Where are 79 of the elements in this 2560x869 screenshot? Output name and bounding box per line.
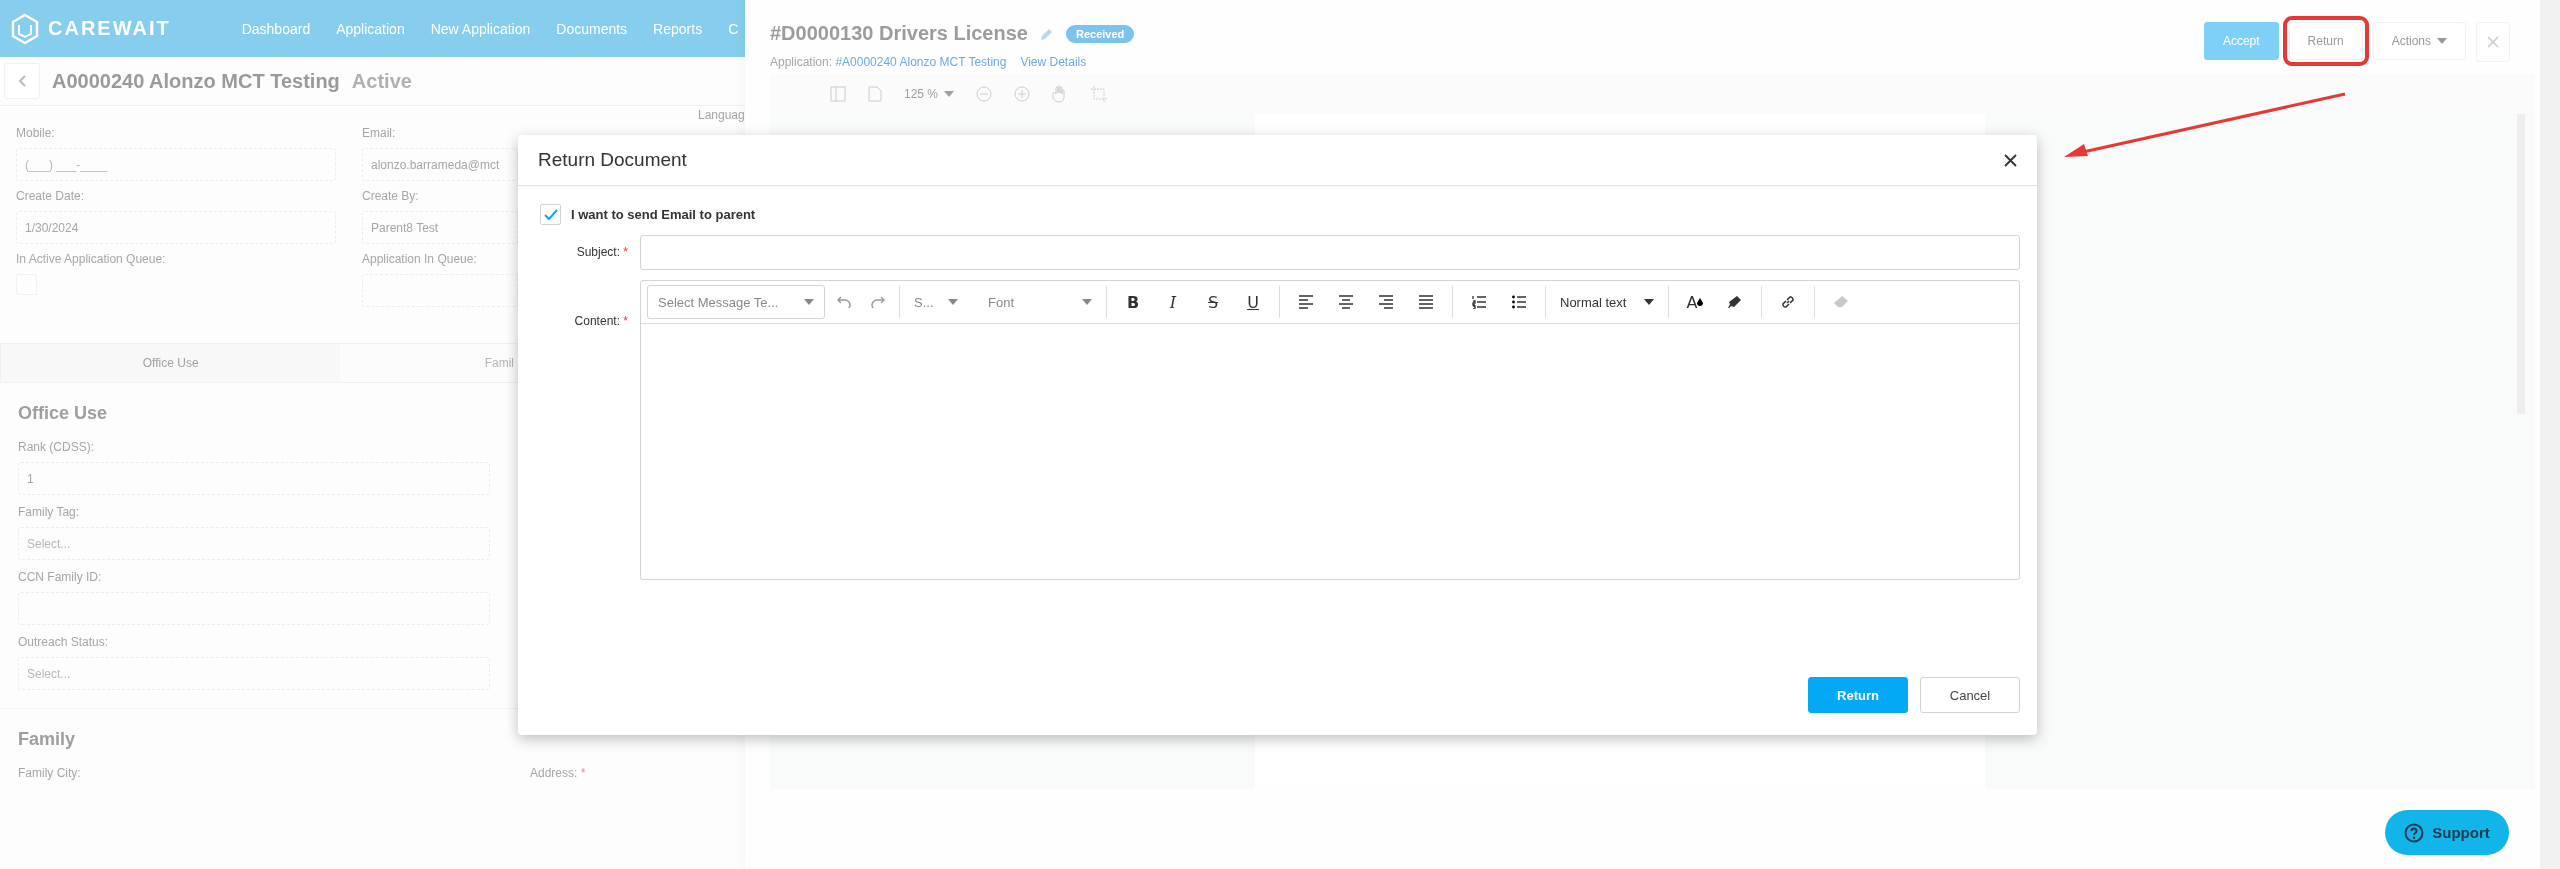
caret-icon [944, 91, 955, 97]
size-dropdown[interactable]: S... [906, 285, 966, 319]
field-label: Address: * [530, 766, 586, 780]
cancel-button[interactable]: Cancel [1920, 677, 2020, 713]
nav-link[interactable]: New Application [430, 20, 531, 37]
subject-field[interactable] [640, 235, 2020, 270]
back-button[interactable] [4, 63, 40, 99]
field-label: CCN Family ID: [18, 570, 102, 584]
text-field[interactable]: 1 [18, 462, 490, 495]
field-label: Create Date: [16, 189, 85, 203]
dialog-title: Return Document [538, 149, 687, 171]
support-button[interactable]: Support [2385, 810, 2509, 855]
section-heading: Family [18, 729, 76, 750]
selection-icon[interactable] [1090, 85, 1109, 103]
template-dropdown[interactable]: Select Message Te... [647, 285, 825, 319]
record-title: A0000240 Alonzo MCT Testing [52, 69, 340, 93]
zoom-out-icon[interactable] [976, 86, 993, 102]
redo-icon[interactable] [871, 296, 885, 308]
close-icon [2487, 36, 2499, 48]
record-status: Active [351, 69, 412, 93]
nav-link[interactable]: Documents [556, 20, 628, 37]
field-label: Languag [698, 108, 745, 122]
text-color-button[interactable]: A [1675, 285, 1715, 319]
strike-button[interactable]: S [1193, 285, 1233, 319]
field-label: Family Tag: [18, 505, 80, 519]
zoom-in-icon[interactable] [1014, 86, 1031, 102]
tab[interactable]: Famil [340, 344, 518, 382]
field-label: Outreach Status: [18, 635, 109, 649]
field-label: Subject: * [575, 244, 629, 259]
nav-link[interactable]: C [728, 20, 739, 37]
field-label: Rank (CDSS): [18, 440, 94, 454]
section-heading: Office Use [18, 403, 108, 424]
text-style-dropdown[interactable]: Normal text [1552, 285, 1662, 319]
actions-dropdown[interactable]: Actions [2372, 22, 2466, 60]
text-field[interactable]: 1/30/2024 [16, 211, 336, 244]
font-dropdown[interactable]: Font [980, 285, 1100, 319]
nav-link[interactable]: Dashboard [241, 20, 311, 37]
bold-button[interactable]: B [1113, 285, 1153, 319]
status-badge: Received [1065, 24, 1135, 43]
close-button[interactable] [2476, 22, 2510, 62]
view-details-link[interactable]: View Details [1020, 55, 1087, 69]
text-field[interactable]: (___) ___-____ [16, 148, 336, 181]
pencil-icon[interactable] [1039, 26, 1054, 41]
help-icon [2404, 822, 2425, 843]
checkbox-label: I want to send Email to parent [571, 207, 756, 222]
nav-link[interactable]: Reports [653, 20, 703, 37]
caret-icon [1644, 299, 1654, 305]
italic-button[interactable]: I [1153, 285, 1193, 319]
app-logo[interactable]: CAREWAIT [10, 12, 171, 45]
field-label: Content: * [573, 313, 629, 328]
field-label: Create By: [362, 189, 419, 203]
action-button[interactable]: Accept [2203, 22, 2279, 60]
undo-icon[interactable] [837, 296, 851, 308]
select-field[interactable]: Select... [18, 657, 490, 690]
caret-icon [804, 299, 814, 305]
field-label: Family City: [18, 766, 82, 780]
document-icon[interactable] [868, 86, 882, 102]
sidebar-icon[interactable] [830, 86, 846, 102]
field-label: In Active Application Queue: [16, 252, 166, 266]
check-icon [543, 209, 558, 220]
caret-icon [948, 299, 958, 305]
return-button[interactable]: Return [1808, 677, 1908, 713]
underline-button[interactable]: U [1233, 285, 1273, 319]
zoom-dropdown[interactable]: 125 % [904, 87, 955, 101]
tab[interactable]: Office Use [1, 344, 341, 382]
document-title: #D0000130 Drivers License [770, 22, 1028, 45]
application-label: Application: [770, 55, 833, 69]
caret-icon [2437, 38, 2447, 44]
caret-icon [1082, 299, 1092, 305]
drop-icon [1697, 298, 1704, 306]
nav-link[interactable]: Application [336, 20, 405, 37]
close-icon[interactable] [2004, 153, 2017, 167]
checkbox[interactable] [540, 204, 561, 225]
field-label: Application In Queue: [362, 252, 477, 266]
select-field[interactable]: Select... [18, 527, 490, 560]
field-label: Email: [362, 126, 396, 140]
record-link[interactable]: #A0000240 Alonzo MCT Testing [835, 55, 1007, 69]
field-label: Mobile: [16, 126, 55, 140]
chevron-left-icon [18, 75, 26, 87]
